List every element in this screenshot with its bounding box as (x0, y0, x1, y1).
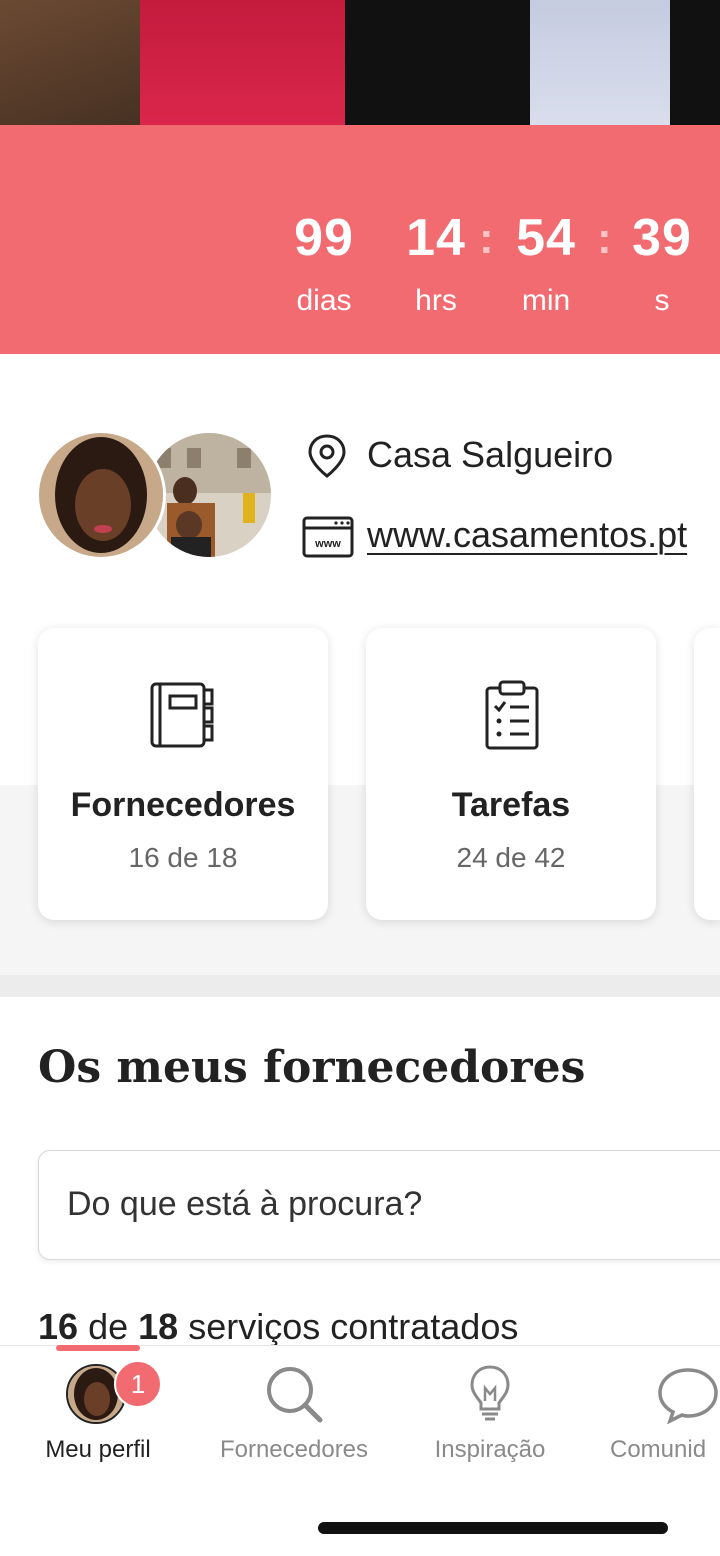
vendor-search-input[interactable]: Do que está à procura? (38, 1150, 720, 1260)
lightbulb-icon (470, 1365, 510, 1421)
nav-label-community: Comunid (610, 1436, 707, 1463)
nav-item-inspiration[interactable]: Inspiração (392, 1350, 588, 1480)
tasks-card-progress: 24 de 42 (456, 842, 566, 873)
wedding-venue: Casa Salgueiro (367, 434, 614, 475)
count-de: de (88, 1306, 129, 1347)
tasks-summary-card[interactable]: Tarefas 24 de 42 (366, 628, 656, 920)
countdown-separator: : (597, 214, 612, 263)
nav-item-community[interactable]: Comunid (588, 1350, 720, 1480)
hired-count: 16 (38, 1306, 79, 1347)
notebook-icon (150, 682, 214, 748)
nav-item-profile[interactable]: 1 Meu perfil (0, 1350, 196, 1480)
nav-item-vendors[interactable]: Fornecedores (196, 1350, 392, 1480)
svg-text:www: www (314, 538, 341, 550)
vendors-card-title: Fornecedores (70, 786, 296, 824)
bride-avatar[interactable] (36, 430, 166, 560)
summary-card-partial[interactable] (694, 628, 720, 920)
hired-services-count: 16 de 18 serviços contratados (38, 1306, 518, 1348)
countdown-minutes-label: min (521, 284, 571, 317)
countdown-days-label: dias (296, 284, 352, 317)
chat-bubble-icon (658, 1368, 718, 1424)
vendors-summary-card[interactable]: Fornecedores 16 de 18 (38, 628, 328, 920)
notification-badge: 1 (114, 1360, 162, 1408)
countdown-days: 99 (294, 209, 354, 267)
my-vendors-title: Os meus fornecedores (38, 1042, 586, 1093)
section-divider (0, 975, 720, 997)
location-pin-icon (308, 434, 346, 478)
website-icon: www (302, 516, 354, 558)
home-indicator (318, 1522, 668, 1534)
tasks-card-title: Tarefas (451, 786, 571, 824)
search-icon (267, 1367, 323, 1423)
nav-label-profile: Meu perfil (45, 1436, 151, 1463)
count-suffix: serviços contratados (188, 1306, 519, 1347)
countdown-separator: : (479, 214, 494, 263)
nav-label-inspiration: Inspiração (434, 1436, 546, 1463)
search-placeholder: Do que está à procura? (67, 1185, 423, 1223)
countdown-hours: 14 (406, 209, 466, 267)
countdown-minutes: 54 (516, 209, 576, 267)
total-count: 18 (138, 1306, 179, 1347)
countdown-seconds-label: s (654, 284, 670, 317)
countdown-seconds: 39 (632, 209, 692, 267)
wedding-website-link[interactable]: www.casamentos.pt (367, 514, 687, 556)
nav-label-vendors: Fornecedores (219, 1436, 369, 1463)
vendors-card-progress: 16 de 18 (128, 842, 238, 873)
countdown-hours-label: hrs (415, 284, 457, 317)
clipboard-checklist-icon (485, 680, 539, 750)
